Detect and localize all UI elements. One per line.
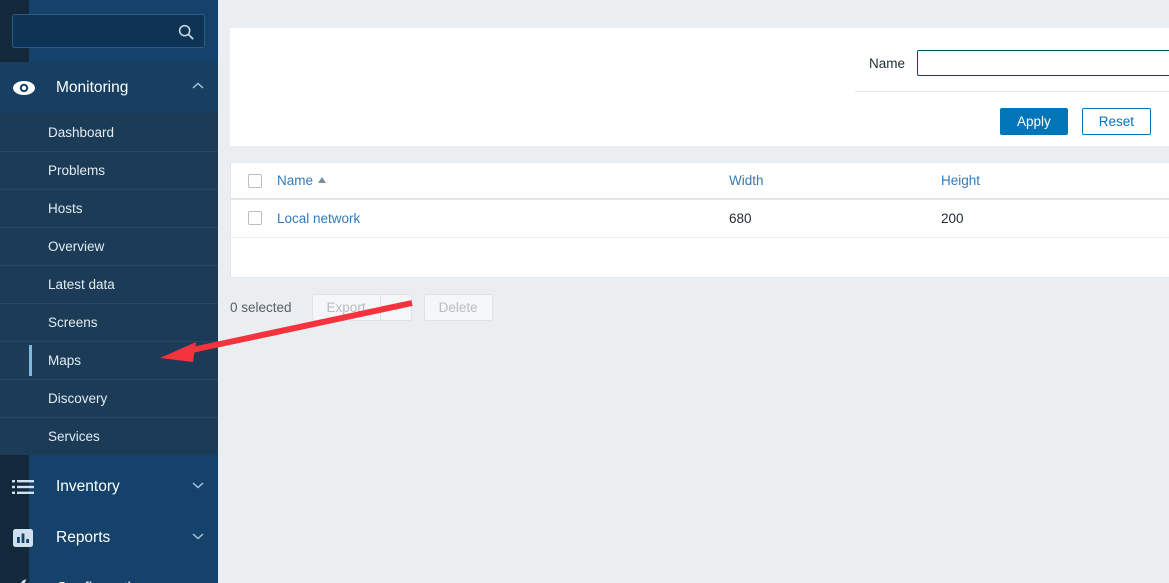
export-split-button: Export (311, 294, 412, 321)
sidebar-section-monitoring[interactable]: Monitoring (0, 62, 218, 113)
sidebar-item-label: Dashboard (48, 124, 115, 140)
row-checkbox[interactable] (248, 211, 262, 226)
column-header-label: Name (277, 173, 314, 188)
row-height-cell: 200 (941, 199, 1169, 238)
export-button[interactable]: Export (311, 294, 380, 321)
select-all-header (231, 163, 277, 200)
column-header-name[interactable]: Name (277, 163, 729, 200)
table-body: Local network 680 200 (231, 199, 1169, 238)
filter-name-label: Name (868, 55, 905, 71)
sidebar-item-services[interactable]: Services (0, 417, 218, 455)
column-header-label: Width (729, 173, 764, 188)
search-input[interactable] (13, 15, 204, 47)
reset-button[interactable]: Reset (1081, 108, 1152, 135)
main-content: Name Apply Reset Name Width Height Local… (218, 0, 1169, 583)
search-box[interactable] (12, 14, 205, 48)
column-header-height[interactable]: Height (941, 163, 1169, 200)
sidebar-section-inventory[interactable]: Inventory (0, 461, 218, 512)
map-name-link[interactable]: Local network (277, 211, 360, 226)
filter-name-input[interactable] (917, 50, 1169, 76)
filter-name-row: Name (843, 50, 1169, 76)
maps-table: Name Width Height Local network 680 200 (231, 163, 1169, 238)
sidebar-item-hosts[interactable]: Hosts (0, 189, 218, 227)
table-row: Local network 680 200 (231, 199, 1169, 238)
sidebar-item-label: Services (48, 429, 100, 444)
sidebar-item-label: Discovery (48, 391, 108, 406)
wrench-icon (12, 577, 40, 583)
row-select-cell (231, 199, 277, 238)
sidebar-item-label: Problems (48, 163, 106, 178)
sidebar-section-label: Configuration (56, 580, 192, 583)
select-all-checkbox[interactable] (248, 173, 262, 188)
filter-panel: Name Apply Reset (230, 28, 1169, 146)
column-header-label: Height (941, 173, 981, 188)
sort-ascending-icon (318, 177, 327, 183)
chevron-up-icon[interactable] (192, 82, 204, 93)
sidebar-section-label: Monitoring (56, 78, 129, 96)
chevron-down-icon[interactable] (192, 481, 204, 492)
sidebar-item-overview[interactable]: Overview (0, 227, 218, 265)
sidebar-section-label: Reports (56, 528, 111, 546)
sidebar-item-problems[interactable]: Problems (0, 151, 218, 189)
app-root: Monitoring Dashboard Problems Hosts Over… (0, 0, 1169, 583)
sidebar-item-dashboard[interactable]: Dashboard (0, 113, 218, 151)
sidebar-item-latest-data[interactable]: Latest data (0, 265, 218, 303)
sidebar: Monitoring Dashboard Problems Hosts Over… (0, 0, 218, 583)
sidebar-item-label: Screens (48, 315, 98, 330)
bulk-actions-bar: 0 selected Export Delete (230, 294, 493, 321)
column-header-width[interactable]: Width (729, 163, 941, 200)
sidebar-section-label: Inventory (56, 477, 120, 495)
apply-button[interactable]: Apply (1000, 108, 1068, 135)
sidebar-item-maps[interactable]: Maps (0, 341, 218, 379)
chevron-down-icon[interactable] (192, 532, 204, 543)
sidebar-item-label: Hosts (48, 201, 83, 216)
eye-icon (12, 76, 40, 100)
selected-count-label: 0 selected (230, 300, 292, 315)
sidebar-section-configuration[interactable]: Configuration (0, 563, 218, 583)
list-icon (12, 475, 40, 499)
sidebar-item-discovery[interactable]: Discovery (0, 379, 218, 417)
export-dropdown-toggle[interactable] (379, 294, 412, 321)
maps-table-container: Name Width Height Local network 680 200 (230, 163, 1169, 278)
sidebar-item-label: Overview (48, 239, 105, 254)
table-head: Name Width Height (231, 163, 1169, 200)
chevron-down-icon (390, 304, 401, 311)
sidebar-submenu-monitoring: Dashboard Problems Hosts Overview Latest… (0, 113, 218, 455)
delete-button[interactable]: Delete (423, 294, 493, 321)
table-header-row: Name Width Height (231, 163, 1169, 200)
filter-actions: Apply Reset (1000, 108, 1152, 135)
sidebar-section-reports[interactable]: Reports (0, 512, 218, 563)
row-name-cell: Local network (277, 199, 729, 238)
row-width-cell: 680 (729, 199, 941, 238)
sidebar-item-screens[interactable]: Screens (0, 303, 218, 341)
sidebar-item-label: Maps (48, 353, 82, 368)
bar-chart-icon (12, 526, 40, 550)
sidebar-item-label: Latest data (48, 277, 115, 292)
sidebar-search-container (0, 0, 218, 48)
filter-divider (855, 91, 1169, 92)
